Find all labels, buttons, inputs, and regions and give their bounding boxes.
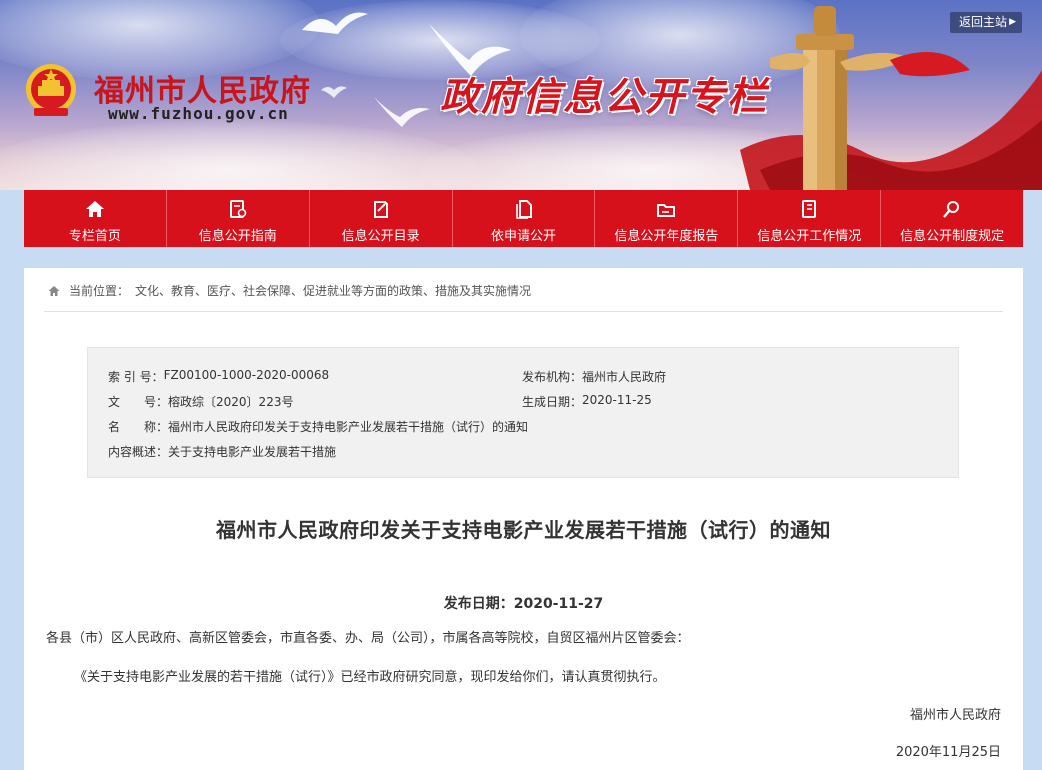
meta-label: 内容概述： bbox=[108, 445, 169, 459]
meta-value: 榕政综〔2020〕223号 bbox=[168, 395, 294, 409]
header-banner: 福州市人民政府 www.fuzhou.gov.cn 政府信息公开专栏 返回主站 … bbox=[0, 0, 1042, 190]
catalog-icon bbox=[373, 201, 388, 218]
nav-item-annual-report[interactable]: 信息公开年度报告 bbox=[595, 190, 739, 247]
meta-value: 2020-11-25 bbox=[582, 393, 652, 407]
meta-index: 索 引 号： FZ00100-1000-2020-00068 bbox=[108, 368, 329, 385]
nav-item-label: 信息公开工作情况 bbox=[757, 229, 862, 244]
meta-label: 发布机构： bbox=[522, 370, 583, 384]
national-emblem-icon bbox=[26, 64, 76, 116]
publish-date: 发布日期：2020-11-27 bbox=[443, 596, 604, 612]
meta-value: 关于支持电影产业发展若干措施 bbox=[168, 445, 337, 459]
meta-label: 生成日期： bbox=[522, 395, 583, 409]
document-meta-box: 索 引 号： FZ00100-1000-2020-00068 发布机构： 福州市… bbox=[87, 347, 959, 478]
article-title: 福州市人民政府印发关于支持电影产业发展若干措施（试行）的通知 bbox=[216, 518, 831, 542]
nav-item-label: 信息公开年度报告 bbox=[614, 229, 719, 244]
banner-title: 政府信息公开专栏 bbox=[440, 75, 769, 120]
article-salutation: 各县（市）区人民政府、高新区管委会，市直各委、办、局（公司），市属各高等院校，自… bbox=[46, 631, 690, 646]
return-label: 返回主站 bbox=[959, 15, 1008, 29]
seagull-icon bbox=[321, 86, 347, 98]
nav-item-request[interactable]: 依申请公开 bbox=[453, 190, 596, 247]
meta-value: 福州市人民政府印发关于支持电影产业发展若干措施（试行）的通知 bbox=[168, 420, 529, 434]
nav-item-label: 依申请公开 bbox=[491, 229, 557, 244]
nav-item-label: 专栏首页 bbox=[68, 229, 121, 244]
play-arrow-icon: ▶ bbox=[1009, 17, 1016, 27]
nav-item-label: 信息公开制度规定 bbox=[900, 229, 1005, 244]
breadcrumb-link[interactable]: 文化、教育、医疗、社会保障、促进就业等方面的政策、措施及其实施情况 bbox=[135, 282, 531, 299]
article-signer: 福州市人民政府 bbox=[909, 708, 1001, 723]
site-url: www.fuzhou.gov.cn bbox=[108, 104, 289, 123]
nav-item-work-status[interactable]: 信息公开工作情况 bbox=[738, 190, 882, 247]
meta-docno: 文 号： 榕政综〔2020〕223号 bbox=[108, 393, 293, 410]
meta-label: 文 号： bbox=[108, 395, 169, 409]
nav-item-label: 信息公开指南 bbox=[198, 229, 277, 244]
main-nav: 专栏首页 信息公开指南 信息公开目录 依申请公开 信息公开年度报告 信息公开工作… bbox=[24, 190, 1023, 247]
meta-label: 名 称： bbox=[108, 420, 169, 434]
meta-summary: 内容概述： 关于支持电影产业发展若干措施 bbox=[108, 443, 336, 460]
breadcrumb-prefix: 当前位置： bbox=[69, 284, 130, 298]
seagull-icon bbox=[302, 12, 368, 34]
meta-value: FZ00100-1000-2020-00068 bbox=[163, 368, 330, 382]
content-panel: 当前位置： 文化、教育、医疗、社会保障、促进就业等方面的政策、措施及其实施情况 … bbox=[24, 268, 1023, 770]
article-body: 《关于支持电影产业发展的若干措施（试行）》已经市政府研究同意，现印发给你们，请认… bbox=[74, 670, 666, 685]
guide-icon bbox=[229, 200, 247, 218]
breadcrumb: 当前位置： 文化、教育、医疗、社会保障、促进就业等方面的政策、措施及其实施情况 bbox=[48, 282, 531, 299]
regulation-icon bbox=[943, 201, 960, 218]
home-icon bbox=[85, 201, 104, 217]
nav-item-home[interactable]: 专栏首页 bbox=[24, 190, 167, 247]
meta-label: 索 引 号： bbox=[108, 370, 164, 384]
work-icon bbox=[802, 200, 817, 218]
nav-item-catalog[interactable]: 信息公开目录 bbox=[310, 190, 453, 247]
seagull-icon bbox=[374, 97, 430, 127]
nav-item-guide[interactable]: 信息公开指南 bbox=[167, 190, 310, 247]
divider bbox=[44, 311, 1003, 312]
meta-value: 福州市人民政府 bbox=[582, 370, 667, 384]
nav-item-regulations[interactable]: 信息公开制度规定 bbox=[881, 190, 1023, 247]
article-sign-date: 2020年11月25日 bbox=[895, 745, 1001, 760]
return-main-site-button[interactable]: 返回主站 ▶ bbox=[950, 12, 1022, 33]
meta-created: 生成日期： 2020-11-25 bbox=[522, 393, 652, 410]
report-icon bbox=[657, 204, 676, 217]
meta-publisher: 发布机构： 福州市人民政府 bbox=[522, 368, 666, 385]
meta-name: 名 称： 福州市人民政府印发关于支持电影产业发展若干措施（试行）的通知 bbox=[108, 418, 528, 435]
document-icon bbox=[515, 200, 532, 219]
home-icon bbox=[48, 285, 60, 296]
nav-item-label: 信息公开目录 bbox=[341, 229, 420, 244]
